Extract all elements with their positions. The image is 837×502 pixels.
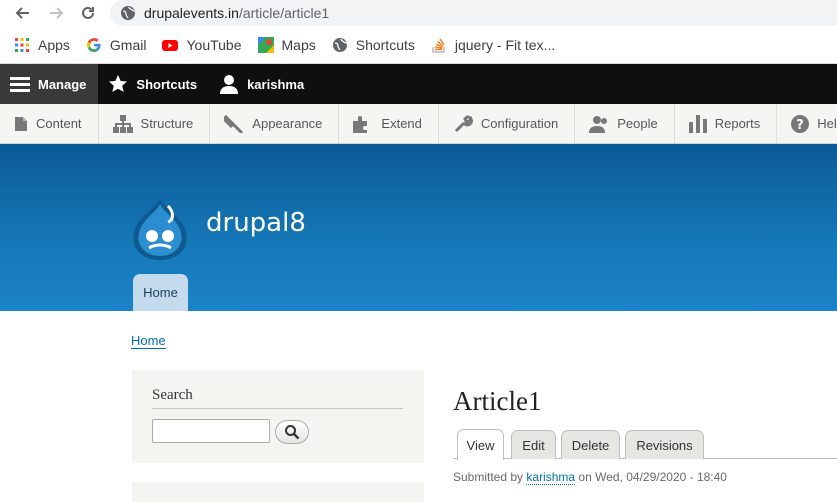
submitted-prefix: Submitted by — [453, 470, 524, 484]
admin-menu-tray: Content Structure Appearance Extend Conf… — [0, 104, 837, 144]
bookmark-youtube[interactable]: YouTube — [162, 37, 242, 53]
menu-item-label: Help — [817, 116, 837, 131]
submitted-date: on Wed, 04/29/2020 - 18:40 — [578, 470, 727, 484]
search-icon — [285, 425, 300, 440]
url-path: /article/article1 — [238, 5, 330, 21]
reload-icon[interactable] — [76, 1, 100, 25]
bookmark-label: Maps — [281, 37, 316, 53]
local-tasks-tabs: View Edit Delete Revisions — [453, 429, 837, 460]
menu-item-people[interactable]: People — [575, 104, 675, 143]
forward-arrow-icon[interactable] — [44, 1, 68, 25]
site-header: drupal8 Home — [0, 144, 837, 311]
drupal-drop-logo[interactable] — [130, 196, 190, 262]
globe-icon — [121, 6, 136, 20]
bookmark-label: Apps — [38, 37, 70, 53]
menu-item-configuration[interactable]: Configuration — [439, 104, 576, 143]
menu-item-label: Extend — [381, 116, 422, 131]
maps-icon — [257, 37, 274, 53]
author-link[interactable]: karishma — [526, 470, 576, 485]
menu-item-label: People — [617, 116, 658, 131]
tab-view[interactable]: View — [457, 429, 504, 460]
wrench-icon — [454, 115, 473, 132]
tab-delete[interactable]: Delete — [561, 430, 620, 459]
bookmark-label: Gmail — [109, 37, 147, 53]
apps-grid-icon — [15, 38, 29, 52]
content-icon — [15, 116, 27, 131]
people-icon — [589, 115, 608, 133]
bookmark-jquery[interactable]: jquery - Fit tex... — [431, 37, 555, 53]
stackoverflow-icon — [432, 38, 445, 53]
menu-item-appearance[interactable]: Appearance — [210, 104, 340, 143]
search-divider — [152, 408, 403, 409]
toolbar-user[interactable]: karishma — [209, 64, 316, 104]
bookmark-maps[interactable]: Maps — [257, 37, 316, 53]
address-bar[interactable]: drupalevents.in/article/article1 — [110, 0, 837, 26]
toolbar-shortcuts-label: Shortcuts — [136, 76, 198, 92]
breadcrumb-home[interactable]: Home — [131, 333, 166, 349]
bookmarks-bar: Apps Gmail YouTube Maps Shortcuts jquery… — [0, 27, 837, 64]
google-g-icon — [87, 38, 101, 52]
submitted-info: Submitted by karishma on Wed, 04/29/2020… — [453, 470, 727, 485]
search-block-title: Search — [152, 387, 193, 403]
menu-item-reports[interactable]: Reports — [675, 104, 778, 143]
structure-icon — [112, 114, 133, 133]
menu-item-label: Configuration — [480, 116, 559, 131]
tab-revisions[interactable]: Revisions — [625, 430, 704, 459]
toolbar-manage[interactable]: Manage — [0, 64, 99, 104]
toolbar-manage-label: Manage — [38, 76, 87, 92]
globe-icon — [332, 38, 347, 52]
bookmark-shortcuts[interactable]: Shortcuts — [332, 37, 415, 53]
browser-url-bar: drupalevents.in/article/article1 — [0, 0, 837, 27]
toolbar-shortcuts[interactable]: Shortcuts — [98, 64, 209, 104]
menu-item-help[interactable]: ? Help — [777, 104, 837, 143]
sidebar-block-2 — [132, 482, 424, 502]
menu-item-label: Reports — [714, 116, 761, 131]
menu-item-extend[interactable]: Extend — [339, 104, 439, 143]
menu-item-label: Structure — [140, 116, 194, 131]
main-nav-home[interactable]: Home — [133, 274, 188, 311]
back-arrow-icon[interactable] — [11, 1, 35, 25]
extend-icon — [353, 115, 368, 133]
bookmark-label: YouTube — [186, 37, 242, 53]
menu-item-structure[interactable]: Structure — [99, 104, 211, 143]
page-title: Article1 — [453, 386, 542, 416]
bookmark-label: jquery - Fit tex... — [454, 37, 556, 53]
menu-item-content[interactable]: Content — [0, 104, 99, 143]
appearance-icon — [224, 114, 244, 133]
bookmark-gmail[interactable]: Gmail — [86, 37, 147, 53]
youtube-icon — [162, 40, 179, 51]
tab-edit[interactable]: Edit — [511, 430, 556, 459]
search-block: Search — [132, 370, 424, 463]
reports-icon — [688, 114, 707, 133]
hamburger-icon — [10, 77, 30, 92]
bookmark-label: Shortcuts — [355, 37, 415, 53]
toolbar-user-label: karishma — [247, 76, 305, 92]
help-icon: ? — [791, 114, 810, 133]
menu-item-label: Content — [36, 116, 82, 131]
url-host: drupalevents.in — [144, 5, 239, 21]
search-button[interactable] — [275, 420, 309, 444]
site-name[interactable]: drupal8 — [206, 208, 306, 238]
admin-toolbar: Manage Shortcuts karishma — [0, 64, 837, 104]
user-icon — [220, 75, 239, 94]
menu-item-label: Appearance — [252, 116, 323, 131]
bookmark-apps[interactable]: Apps — [14, 37, 70, 53]
search-input[interactable] — [152, 419, 270, 443]
star-icon — [109, 75, 128, 92]
svg-text:?: ? — [796, 118, 804, 133]
